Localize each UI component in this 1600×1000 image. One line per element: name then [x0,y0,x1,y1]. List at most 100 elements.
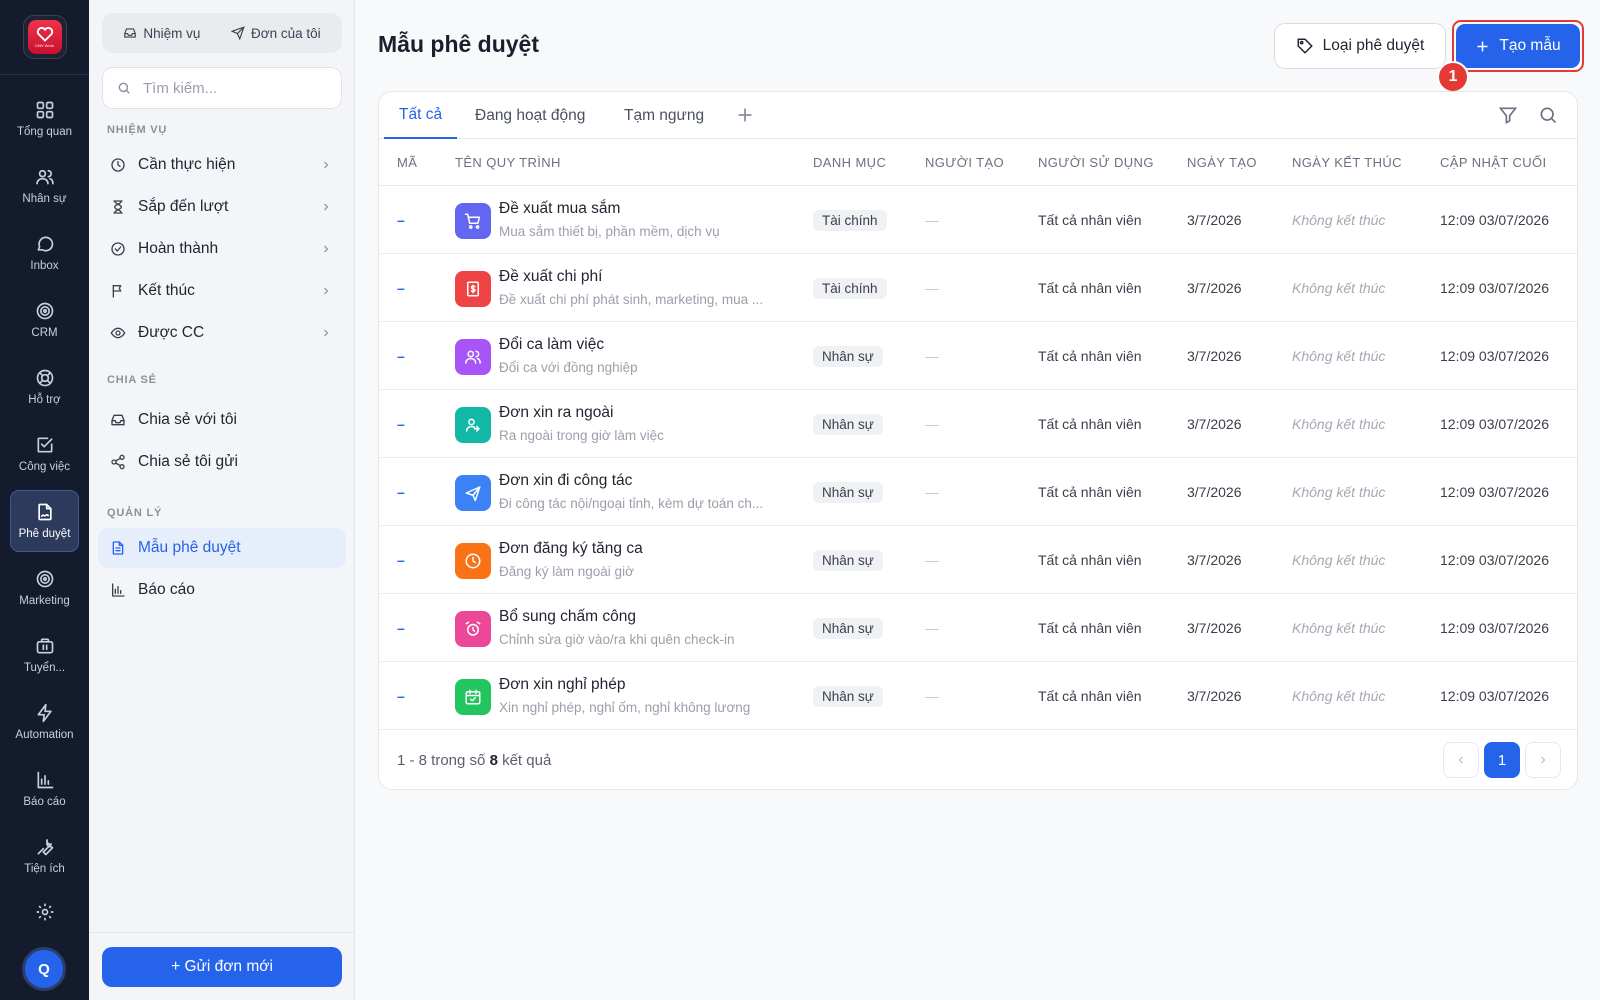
nav-task-4[interactable]: Được CC [98,313,346,353]
nav-manage-label: Báo cáo [138,581,195,598]
cell-code: – [397,688,405,704]
app-logo[interactable]: CNV Work [22,15,67,59]
cell-end: Không kết thúc [1292,552,1386,568]
template-name[interactable]: Bổ sung chấm công [499,608,636,626]
cell-creator: — [925,620,939,636]
cell-end: Không kết thúc [1292,416,1386,432]
template-name[interactable]: Đơn đăng ký tăng ca [499,540,643,558]
segment-my-requests[interactable]: Đơn của tôi [231,26,321,41]
lifebuoy-icon [36,369,53,387]
user-avatar[interactable]: Q [22,947,66,991]
template-name[interactable]: Đổi ca làm việc [499,336,604,354]
table-row[interactable]: – Đơn xin nghỉ phép Xin nghỉ phép, nghỉ … [379,662,1577,730]
cell-users: Tất cả nhân viên [1038,416,1142,432]
rail-item-8[interactable]: Tuyển... [10,624,79,686]
category-badge: Tài chính [813,277,887,299]
nav-manage-0[interactable]: Mẫu phê duyệt [98,528,346,568]
rail-item-6[interactable]: Phê duyệt [10,490,79,552]
rail-item-label: Automation [15,729,74,741]
add-tab-icon[interactable] [734,104,756,126]
approval-types-button[interactable]: Loại phê duyệt [1274,23,1446,69]
rail-item-label: Hỗ trợ [28,394,61,406]
cell-code: – [397,484,405,500]
table-row[interactable]: – Đổi ca làm việc Đổi ca với đồng nghiệp… [379,322,1577,390]
rail-item-9[interactable]: Automation [10,691,79,753]
segment-tasks[interactable]: Nhiệm vụ [123,26,200,41]
tab-paused[interactable]: Tạm ngưng [624,92,704,139]
next-page-button[interactable] [1525,742,1561,778]
prev-page-button[interactable] [1443,742,1479,778]
category-badge: Nhân sự [813,549,883,571]
template-icon-tile [455,339,491,375]
users-icon [465,350,481,364]
page-1-button[interactable]: 1 [1484,742,1520,778]
search-input[interactable] [143,79,323,97]
template-icon-tile [455,203,491,239]
template-name[interactable]: Đơn xin ra ngoài [499,404,613,422]
template-name[interactable]: Đề xuất mua sắm [499,200,620,218]
rail-item-11[interactable]: Tiện ích [10,825,79,887]
calendar-check-icon [465,689,481,705]
flag-icon [112,285,122,298]
rail-item-7[interactable]: Marketing [10,557,79,619]
briefcase-icon [36,638,53,654]
table-row[interactable]: – Đơn xin ra ngoài Ra ngoài trong giờ là… [379,390,1577,458]
send-new-request-button[interactable]: + Gửi đơn mới [102,947,342,987]
view-switcher: Nhiệm vụ Đơn của tôi [102,13,342,53]
filter-icon[interactable] [1498,105,1518,125]
nav-task-2[interactable]: Hoàn thành [98,229,346,269]
tab-all[interactable]: Tất cả [384,92,458,139]
search-icon[interactable] [1538,105,1558,125]
settings-button[interactable] [10,900,79,930]
nav-shared-0[interactable]: Chia sẻ với tôi [98,400,346,440]
template-icon-tile [455,611,491,647]
cell-users: Tất cả nhân viên [1038,552,1142,568]
cell-category: Nhân sự [813,390,883,458]
template-name[interactable]: Đơn xin đi công tác [499,472,632,490]
nav-shared-1[interactable]: Chia sẻ tôi gửi [98,442,346,482]
create-template-button[interactable]: Tạo mẫu [1456,24,1580,68]
rail-item-2[interactable]: Inbox [10,222,79,284]
cell-created: 3/7/2026 [1187,620,1242,636]
category-badge: Nhân sự [813,481,883,503]
cell-updated: 12:09 03/07/2026 [1440,348,1549,364]
nav-manage-1[interactable]: Báo cáo [98,570,346,610]
cell-category: Tài chính [813,186,887,254]
table-row[interactable]: – Bổ sung chấm công Chỉnh sửa giờ vào/ra… [379,594,1577,662]
chevron-left-icon [1458,756,1463,764]
table-row[interactable]: – Đơn xin đi công tác Đi công tác nội/ng… [379,458,1577,526]
tab-active[interactable]: Đang hoạt động [475,92,585,139]
template-icon-tile [455,271,491,307]
template-name[interactable]: Đơn xin nghỉ phép [499,676,626,694]
target-icon [36,570,53,588]
table-row[interactable]: – Đề xuất chi phí Đề xuất chi phí phát s… [379,254,1577,322]
wrench-icon [37,839,53,856]
nav-task-1[interactable]: Sắp đến lượt [98,187,346,227]
chevron-right-icon [324,245,329,253]
rail-item-0[interactable]: Tổng quan [10,88,79,150]
table-row[interactable]: – Đề xuất mua sắm Mua sắm thiết bị, phần… [379,186,1577,254]
table-row[interactable]: – Đơn đăng ký tăng ca Đăng ký làm ngoài … [379,526,1577,594]
rail-item-4[interactable]: Hỗ trợ [10,356,79,418]
cell-users: Tất cả nhân viên [1038,620,1142,636]
cell-updated: 12:09 03/07/2026 [1440,620,1549,636]
nav-task-label: Hoàn thành [138,240,219,257]
rail-item-1[interactable]: Nhân sự [10,155,79,217]
nav-task-0[interactable]: Cần thực hiện [98,145,346,185]
cell-creator: — [925,212,939,228]
nav-task-label: Sắp đến lượt [138,198,229,215]
chevron-right-icon [324,329,329,337]
nav-task-label: Được CC [138,324,205,341]
rail-item-3[interactable]: CRM [10,289,79,351]
template-name[interactable]: Đề xuất chi phí [499,268,602,286]
segment-my-requests-label: Đơn của tôi [251,25,321,41]
app-rail: CNV Work Tổng quan Nhân sự Inbox CRM Hỗ … [0,0,89,1000]
template-icon-tile [455,543,491,579]
cell-code: – [397,416,405,432]
col-name: TÊN QUY TRÌNH [455,155,561,170]
nav-task-3[interactable]: Kết thúc [98,271,346,311]
approval-types-label: Loại phê duyệt [1322,37,1425,54]
rail-item-5[interactable]: Công việc [10,423,79,485]
cell-created: 3/7/2026 [1187,552,1242,568]
rail-item-10[interactable]: Báo cáo [10,758,79,820]
